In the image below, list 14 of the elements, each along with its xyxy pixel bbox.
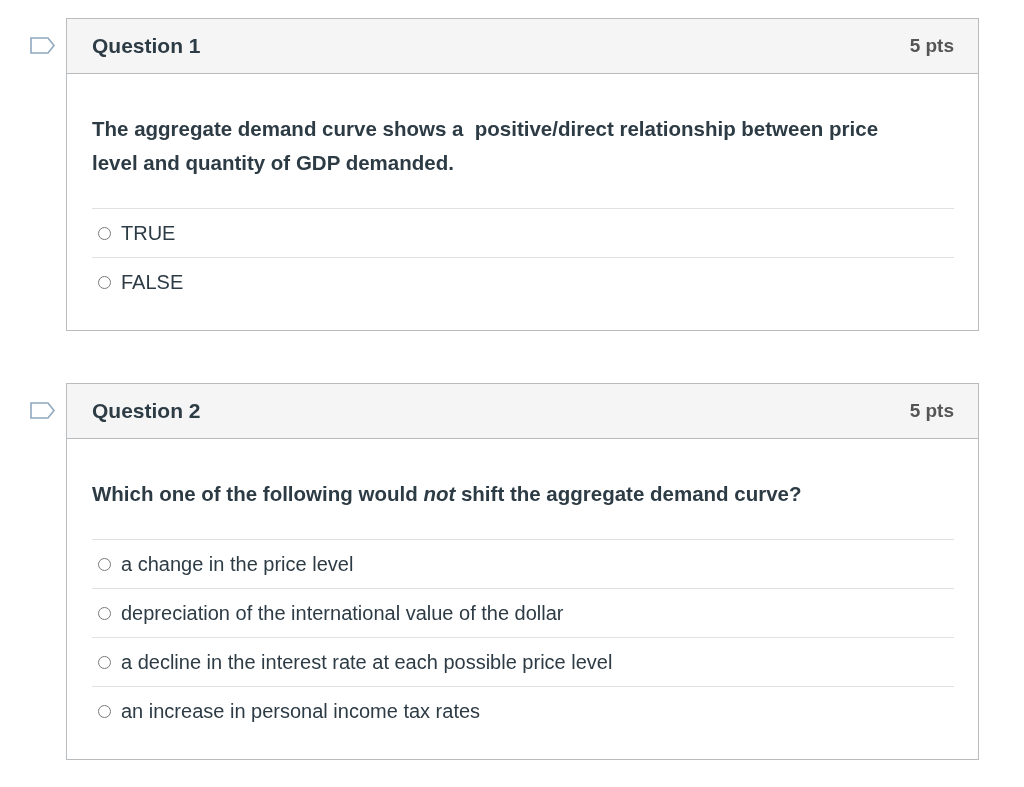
tag-icon[interactable] [30,402,55,419]
answer-label[interactable]: an increase in personal income tax rates [121,699,481,723]
answer-label[interactable]: depreciation of the international value of the dollar [121,601,564,625]
answer-label[interactable]: a decline in the interest rate at each possible price level [121,650,613,674]
question-title: Question 1 [92,34,201,58]
answer-label[interactable]: FALSE [121,270,184,294]
question-title: Question 2 [92,399,201,423]
question-text: Which one of the following would not shift the aggregate demand curve? [92,481,803,507]
points-label: 5 pts [909,400,954,422]
question-text: The aggregate demand curve shows a positive/direct relationship between price level and quantity of GDP demanded. [92,116,880,176]
answer-label[interactable]: TRUE [121,221,176,245]
tag-icon[interactable] [30,37,55,54]
answer-label[interactable]: a change in the price level [121,552,354,576]
points-label: 5 pts [909,35,954,57]
